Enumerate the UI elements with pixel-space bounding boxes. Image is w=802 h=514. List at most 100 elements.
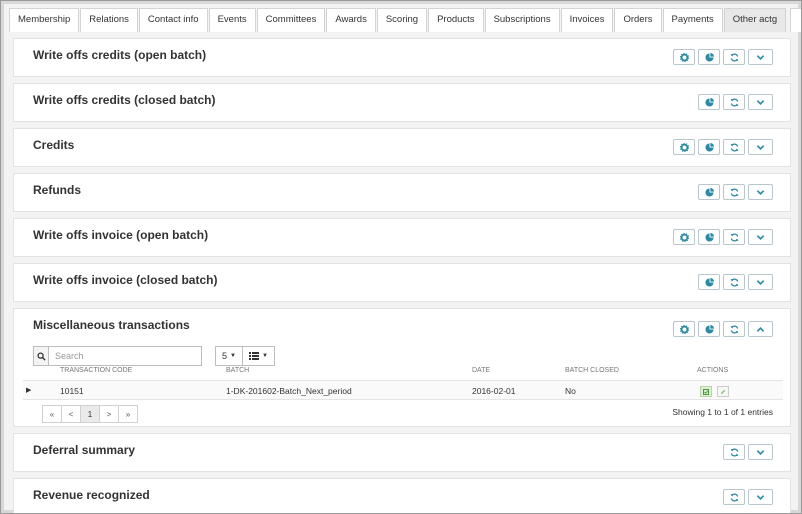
settings-button[interactable] xyxy=(673,49,695,65)
panel-title: Deferral summary xyxy=(33,443,136,457)
cell-date: 2016-02-01 xyxy=(472,386,516,396)
collapse-toggle-button[interactable] xyxy=(748,321,773,337)
search-box xyxy=(33,346,202,366)
collapse-toggle-button[interactable] xyxy=(748,489,773,505)
grid-controls: 5 ▼ ▼ xyxy=(215,346,275,366)
pager-next-button[interactable]: > xyxy=(99,405,119,423)
pie-chart-icon xyxy=(704,52,714,62)
table-row[interactable]: ▶ 10151 1-DK-201602-Batch_Next_period 20… xyxy=(23,380,783,400)
refresh-icon xyxy=(730,325,738,333)
search-input[interactable] xyxy=(49,347,201,365)
collapse-toggle-button[interactable] xyxy=(748,49,773,65)
panel-credits: Credits xyxy=(13,128,791,167)
transactions-table: Transaction code Batch Date Batch closed… xyxy=(23,367,783,400)
cell-transaction-code: 10151 xyxy=(60,386,84,396)
refresh-button[interactable] xyxy=(723,184,745,200)
chart-button[interactable] xyxy=(698,94,720,110)
refresh-icon xyxy=(730,233,738,241)
gear-icon xyxy=(679,52,689,62)
chart-button[interactable] xyxy=(698,229,720,245)
chart-button[interactable] xyxy=(698,139,720,155)
refresh-icon xyxy=(730,448,738,456)
edit-icon xyxy=(721,389,726,394)
tab-other-actg[interactable]: Other actg xyxy=(723,8,787,32)
panel-write-offs-credits-open: Write offs credits (open batch) xyxy=(13,38,791,77)
refresh-icon xyxy=(730,53,738,61)
panel-refunds: Refunds xyxy=(13,173,791,212)
panel-tools xyxy=(670,321,773,337)
column-header-transaction-code[interactable]: Transaction code xyxy=(60,367,132,374)
tab-more[interactable]: more▼ xyxy=(790,8,801,32)
tab-contact-info[interactable]: Contact info xyxy=(138,8,208,32)
column-header-batch[interactable]: Batch xyxy=(226,367,249,374)
refresh-icon xyxy=(730,143,738,151)
gear-icon xyxy=(679,232,689,242)
pager-first-button[interactable]: « xyxy=(42,405,62,423)
chevron-down-icon xyxy=(756,189,765,195)
tab-orders[interactable]: Orders xyxy=(614,8,662,32)
settings-button[interactable] xyxy=(673,229,695,245)
refresh-button[interactable] xyxy=(723,489,745,505)
panel-write-offs-credits-closed: Write offs credits (closed batch) xyxy=(13,83,791,122)
pie-chart-icon xyxy=(704,97,714,107)
collapse-toggle-button[interactable] xyxy=(748,94,773,110)
expand-row-icon[interactable]: ▶ xyxy=(26,386,31,394)
pager-prev-button[interactable]: < xyxy=(61,405,81,423)
collapse-toggle-button[interactable] xyxy=(748,274,773,290)
tab-relations[interactable]: Relations xyxy=(80,8,138,32)
pagination: « < 1 > » xyxy=(42,405,138,423)
tab-events[interactable]: Events xyxy=(208,8,256,32)
tab-payments[interactable]: Payments xyxy=(662,8,723,32)
edit-button[interactable] xyxy=(717,386,729,397)
chart-button[interactable] xyxy=(698,274,720,290)
panel-list: Write offs credits (open batch) Write of… xyxy=(13,38,791,513)
chevron-down-icon xyxy=(756,279,765,285)
tab-membership[interactable]: Membership xyxy=(9,8,80,32)
refresh-button[interactable] xyxy=(723,229,745,245)
panel-tools xyxy=(720,489,773,505)
tab-scoring[interactable]: Scoring xyxy=(376,8,428,32)
page-size-dropdown[interactable]: 5 ▼ xyxy=(215,346,243,366)
tab-invoices[interactable]: Invoices xyxy=(560,8,614,32)
refresh-button[interactable] xyxy=(723,49,745,65)
settings-button[interactable] xyxy=(673,321,695,337)
panel-header: Revenue recognized xyxy=(14,479,790,513)
pie-chart-icon xyxy=(704,187,714,197)
columns-dropdown[interactable]: ▼ xyxy=(242,346,275,366)
chevron-down-icon xyxy=(756,449,765,455)
collapse-toggle-button[interactable] xyxy=(748,139,773,155)
refresh-button[interactable] xyxy=(723,274,745,290)
refresh-button[interactable] xyxy=(723,139,745,155)
collapse-toggle-button[interactable] xyxy=(748,229,773,245)
pager-page-1[interactable]: 1 xyxy=(80,405,100,423)
refresh-icon xyxy=(730,278,738,286)
refresh-button[interactable] xyxy=(723,444,745,460)
view-button[interactable] xyxy=(700,386,712,397)
chart-button[interactable] xyxy=(698,184,720,200)
settings-button[interactable] xyxy=(673,139,695,155)
collapse-toggle-button[interactable] xyxy=(748,184,773,200)
tab-committees[interactable]: Committees xyxy=(256,8,326,32)
tab-products[interactable]: Products xyxy=(428,8,484,32)
panel-deferral-summary: Deferral summary xyxy=(13,433,791,472)
list-icon xyxy=(248,352,259,360)
pager-last-button[interactable]: » xyxy=(118,405,138,423)
refresh-button[interactable] xyxy=(723,321,745,337)
panel-write-offs-invoice-open: Write offs invoice (open batch) xyxy=(13,218,791,257)
column-header-date[interactable]: Date xyxy=(472,367,490,374)
panel-tools xyxy=(720,444,773,460)
tab-subscriptions[interactable]: Subscriptions xyxy=(484,8,560,32)
chart-button[interactable] xyxy=(698,49,720,65)
panel-title: Write offs credits (closed batch) xyxy=(33,93,216,107)
panel-header: Credits xyxy=(14,129,790,166)
panel-header: Write offs credits (closed batch) xyxy=(14,84,790,121)
chart-button[interactable] xyxy=(698,321,720,337)
panel-miscellaneous-transactions: Miscellaneous transactions Search 5 ▼ ▼ … xyxy=(13,308,791,427)
collapse-toggle-button[interactable] xyxy=(748,444,773,460)
panel-title: Revenue recognized xyxy=(33,488,150,502)
refresh-button[interactable] xyxy=(723,94,745,110)
tab-awards[interactable]: Awards xyxy=(326,8,376,32)
panel-header: Refunds xyxy=(14,174,790,211)
pie-chart-icon xyxy=(704,232,714,242)
column-header-batch-closed[interactable]: Batch closed xyxy=(565,367,619,374)
